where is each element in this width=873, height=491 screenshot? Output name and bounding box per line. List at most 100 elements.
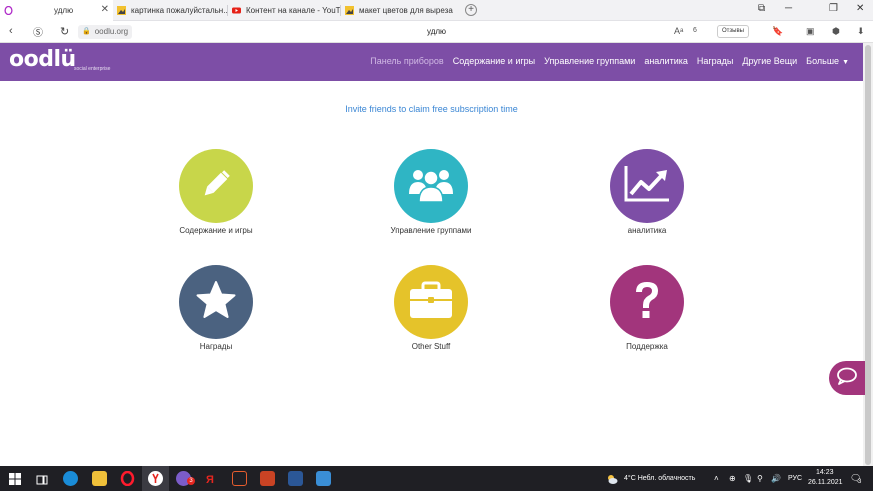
tile-label: Содержание и игры [179,226,253,235]
tile-label: Other Stuff [411,342,451,351]
reload-icon[interactable]: ↻ [60,25,69,38]
opera-logo-icon [4,5,13,16]
yandex-browser-icon[interactable] [148,471,163,486]
notification-count: 3 [858,479,862,485]
question-icon [631,279,663,326]
restore-icon[interactable]: ❐ [829,3,838,14]
tab-title: Контент на канале - YouTu... [246,6,340,15]
main-nav: Панель приборов Содержание и игры Управл… [370,56,849,66]
nav-rewards[interactable]: Награды [697,56,734,66]
clock-date[interactable]: 26.11.2021 [808,479,843,486]
protect-icon[interactable]: Ⓢ [33,24,43,39]
nav-analytics[interactable]: аналитика [644,56,688,66]
torrent-icon[interactable] [232,471,247,486]
site-tagline: social enterprise [74,66,111,72]
address-bar: ‹ Ⓢ ↻ 🔒 oodlu.org удлю Aᵃ 6 Отзывы 🔖 ▣ ⬢… [0,21,873,43]
chat-widget-button[interactable] [829,361,865,395]
powerpoint-icon[interactable] [260,471,275,486]
windows-start-icon[interactable] [9,472,21,485]
close-tab-icon[interactable]: ✕ [101,4,109,15]
page-scrollbar[interactable] [863,43,873,466]
download-icon[interactable]: ⬇ [857,26,865,37]
tab-manager-icon[interactable]: ⧉ [758,3,765,14]
nav-more[interactable]: Больше ▼ [806,56,849,66]
tab-picture[interactable]: картинка пожалуйстальн... [113,0,227,21]
site-header: oodlü social enterprise Панель приборов … [0,43,863,81]
url-text: oodlu.org [94,27,129,36]
viber-badge: 3 [187,477,195,485]
tile-group-management[interactable]: Управление группами [356,149,506,235]
caret-down-icon: ▼ [842,59,849,66]
tile-analytics[interactable]: аналитика [572,149,722,235]
photos-icon[interactable] [316,471,331,486]
briefcase-icon [408,280,454,325]
nav-group-management[interactable]: Управление группами [544,56,635,66]
tab-flowers[interactable]: макет цветов для вырезан... [341,0,453,21]
extensions-icon[interactable]: ⬢ [832,26,840,37]
tile-circle[interactable] [179,149,253,223]
tile-content-games[interactable]: Содержание и игры [141,149,291,235]
back-icon[interactable]: ‹ [9,25,13,37]
group-icon [406,164,456,209]
close-window-icon[interactable]: ✕ [856,3,864,14]
badge-count[interactable]: 6 [693,27,697,34]
minimize-icon[interactable]: ─ [785,3,792,14]
file-explorer-icon[interactable] [92,471,107,486]
tile-support[interactable]: Поддержка [572,265,722,351]
usb-icon[interactable]: ⚲ [757,474,763,483]
tile-rewards[interactable]: Награды [141,265,291,351]
tab-youtube[interactable]: Контент на канале - YouTu... [228,0,340,21]
weather-icon[interactable] [606,472,618,484]
pencil-icon [196,164,236,209]
svg-text:Я: Я [206,474,214,486]
youtube-icon [232,6,241,15]
tab-title: удлю [54,6,74,15]
lock-icon: 🔒 [82,28,91,35]
chevron-up-icon[interactable]: ˄ [714,474,719,483]
reviews-button[interactable]: Отзывы [717,25,749,38]
reviews-label: Отзывы [722,28,744,34]
tile-circle[interactable] [394,265,468,339]
tile-label: аналитика [627,226,667,235]
language-indicator[interactable]: РУС [788,475,802,482]
tile-circle[interactable] [179,265,253,339]
translate-icon[interactable]: Aᵃ [674,26,683,36]
nav-content-games[interactable]: Содержание и игры [453,56,535,66]
volume-icon[interactable]: 🔊 [771,474,781,483]
microphone-icon[interactable]: 🎙 [743,474,753,483]
tab-oodlu[interactable]: удлю ✕ [0,0,113,21]
windows-taskbar: 3 Я 4°C Небл. облачность ˄ ⊕ 🎙 ⚲ 🔊 РУС 1… [0,466,873,491]
nav-more-label: Больше [806,56,840,66]
clock-time[interactable]: 14:23 [816,469,834,476]
yandex-icon[interactable]: Я [204,471,219,486]
url-field[interactable]: 🔒 oodlu.org [78,25,133,39]
star-icon [195,279,237,326]
tile-label: Награды [199,342,233,351]
site-logo[interactable]: oodlü [9,49,76,71]
browser-tab-bar: удлю ✕ картинка пожалуйстальн... Контент… [0,0,873,21]
word-icon[interactable] [288,471,303,486]
invite-friends-link[interactable]: Invite friends to claim free subscriptio… [0,104,863,114]
new-tab-icon[interactable]: + [465,4,477,16]
bookmark-icon[interactable]: 🔖 [772,26,783,37]
tile-other-stuff[interactable]: Other Stuff [356,265,506,351]
nav-other-stuff[interactable]: Другие Вещи [742,56,797,66]
tile-circle[interactable] [610,149,684,223]
chat-icon [836,366,858,391]
edge-icon[interactable] [63,471,78,486]
tile-circle[interactable] [394,149,468,223]
weather-text[interactable]: 4°C Небл. облачность [624,475,695,482]
task-view-icon[interactable] [36,473,48,485]
tile-circle[interactable] [610,265,684,339]
screen: удлю ✕ картинка пожалуйстальн... Контент… [0,0,873,491]
tab-title: макет цветов для вырезан... [359,6,453,15]
chart-icon [623,164,671,209]
scrollbar-thumb[interactable] [865,45,871,465]
tab-title: картинка пожалуйстальн... [131,6,227,15]
image-icon [117,6,126,15]
tile-label: Поддержка [626,342,668,351]
nav-dashboard[interactable]: Панель приборов [370,56,443,66]
opera-icon[interactable] [120,470,135,487]
network-icon[interactable]: ⊕ [729,474,736,483]
collections-icon[interactable]: ▣ [806,26,815,37]
